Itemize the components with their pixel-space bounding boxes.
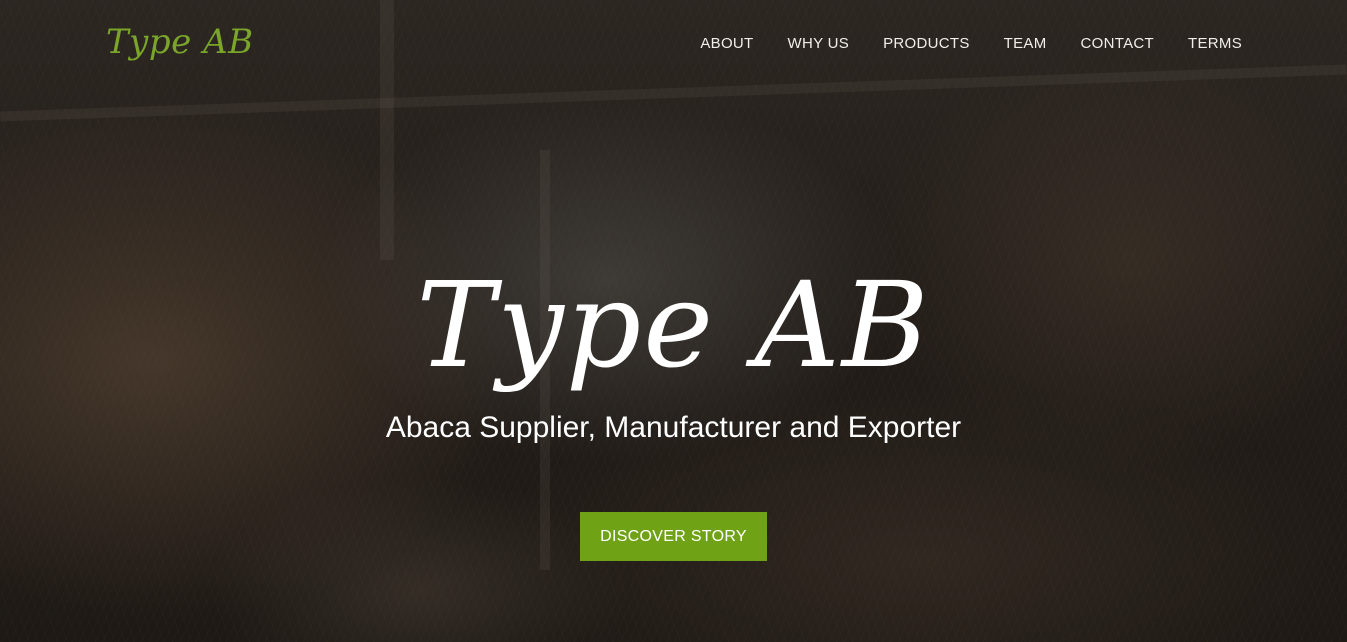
- hero-section: Type AB ABOUT WHY US PRODUCTS TEAM CONTA…: [0, 0, 1347, 642]
- nav-link-why-us[interactable]: WHY US: [788, 35, 850, 52]
- hero-content: Type AB Abaca Supplier, Manufacturer and…: [0, 250, 1347, 561]
- nav-item-why-us: WHY US: [788, 32, 850, 56]
- brand-logo[interactable]: Type AB: [106, 20, 254, 64]
- nav-item-terms: TERMS: [1188, 32, 1242, 56]
- nav-item-about: ABOUT: [700, 32, 753, 56]
- nav-item-team: TEAM: [1004, 32, 1047, 56]
- main-navigation: ABOUT WHY US PRODUCTS TEAM CONTACT TERMS: [666, 32, 1242, 56]
- nav-link-team[interactable]: TEAM: [1004, 35, 1047, 52]
- nav-item-products: PRODUCTS: [883, 32, 970, 56]
- nav-item-contact: CONTACT: [1081, 32, 1154, 56]
- nav-link-products[interactable]: PRODUCTS: [883, 35, 970, 52]
- nav-link-contact[interactable]: CONTACT: [1081, 35, 1154, 52]
- hero-subtitle: Abaca Supplier, Manufacturer and Exporte…: [385, 411, 962, 444]
- discover-story-button[interactable]: DISCOVER STORY: [580, 512, 767, 561]
- nav-link-terms[interactable]: TERMS: [1188, 35, 1242, 52]
- nav-link-about[interactable]: ABOUT: [700, 35, 753, 52]
- hero-title: Type AB: [416, 256, 931, 394]
